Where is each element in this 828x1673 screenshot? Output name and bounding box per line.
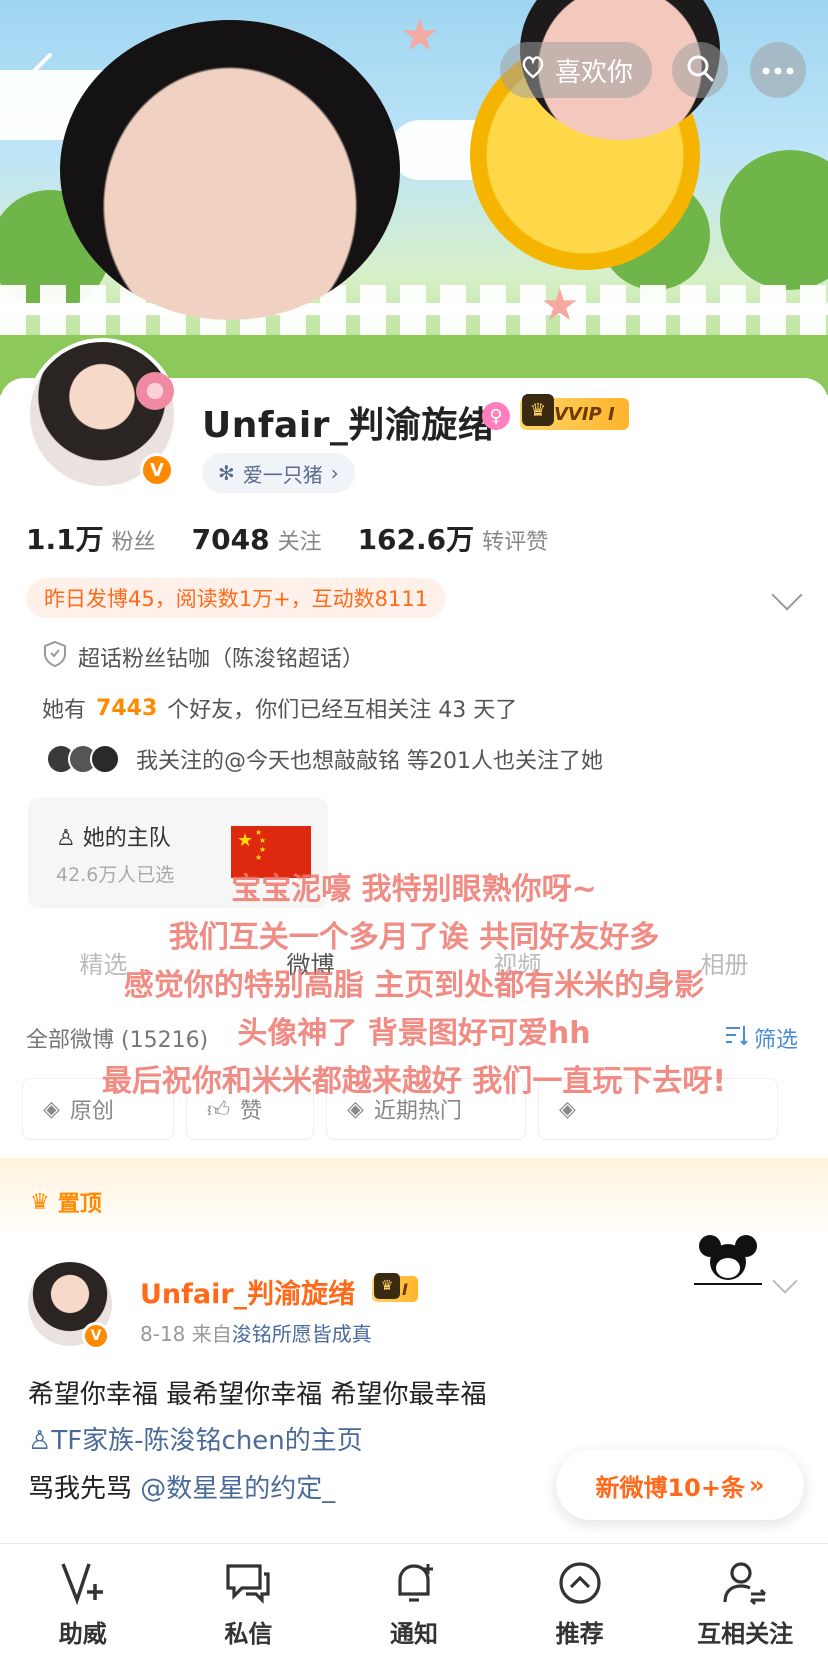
snowflake-icon: ✻ [218,461,235,485]
supertopic-line[interactable]: 超话粉丝钻咖（陈浚铭超话） [42,640,364,674]
overlay-line: 感觉你的特别高脂 主页到处都有米米的身影 [123,968,705,1003]
nav-recommend[interactable]: 推荐 [497,1544,663,1673]
search-button[interactable] [672,42,728,98]
verified-badge: V [140,453,174,487]
nav-notify[interactable]: 通知 [331,1544,497,1673]
new-posts-label: 新微博10+条 [595,1473,745,1502]
chevron-down-icon[interactable] [772,1268,798,1294]
tag-label: 爱一只猪 [242,462,323,487]
pinned-label: 置顶 [57,1192,102,1217]
tree-shape [720,150,828,290]
profile-stats: 1.1万 粉丝 7048 关注 162.6万 转评赞 [26,518,548,558]
following-label: 关注 [277,530,322,555]
post-link[interactable]: ♙TF家族-陈浚铭chen的主页 [28,1420,363,1457]
team-title: ♙ 她的主队 [56,820,171,852]
overlay-message: 宝宝泥嚎 我特别眼熟你呀~ 我们互关一个多月了诶 共同好友好多 感觉你的特别高脂… [0,866,828,1106]
person-icon: ♙ [28,1426,52,1456]
pinned-label-wrap: ♛ 置顶 [30,1186,102,1218]
chevron-right-icon: › [330,461,339,485]
mutual-follow-icon [723,1562,767,1606]
like-button[interactable]: 喜欢你 [500,42,652,98]
post-meta: 8-18 来自浚铭所愿皆成真 [140,1318,372,1347]
post-source-prefix: 来自 [191,1322,232,1346]
back-icon[interactable] [18,46,68,96]
flower-accessory [136,372,174,410]
mutual-avatars [46,744,120,774]
star-icon: ★ [400,10,440,61]
post-text-line: 希望你幸福 最希望你幸福 希望你最幸福 [28,1380,487,1410]
following-count: 7048 [191,523,270,556]
nav-cheer[interactable]: 助威 [0,1544,166,1673]
star-icon: ★ [540,280,580,331]
post-text-prefix: 骂我先骂 [28,1474,133,1504]
double-chevron-down-icon: » [749,1471,765,1499]
followers-label: 粉丝 [111,530,156,555]
pinned-header [0,1158,828,1238]
overlay-line: 头像神了 背景图好可爱hh [237,1016,591,1051]
followers-count: 1.1万 [26,523,104,556]
mickey-sticker-icon [694,1235,762,1285]
shield-icon [42,640,68,674]
heart-hand-icon [519,53,547,88]
like-label: 喜欢你 [554,57,633,88]
person-icon: ♙ [56,826,76,851]
post-author-name[interactable]: Unfair_判渝旋绪 [140,1272,355,1311]
profile-name: Unfair_判渝旋绪 [202,405,495,446]
interactions-stat[interactable]: 162.6万 转评赞 [358,518,549,558]
overlay-line: 宝宝泥嚎 我特别眼熟你呀~ [231,872,597,907]
team-title-label: 她的主队 [82,826,171,851]
mutual-follow-line[interactable]: 我关注的@今天也想敲敲铭 等201人也关注了她 [46,743,603,775]
message-icon [226,1564,270,1604]
post-date: 8-18 [140,1322,186,1346]
nav-message[interactable]: 私信 [166,1544,332,1673]
mutual-follow-label: 我关注的@今天也想敲敲铭 等201人也关注了她 [136,749,603,774]
vvip-label: VVIP I [554,403,615,425]
more-icon [761,61,795,80]
followers-stat[interactable]: 1.1万 粉丝 [26,518,156,558]
nav-label: 互相关注 [697,1620,794,1648]
supertopic-label: 超话粉丝钻咖（陈浚铭超话） [78,647,365,672]
friends-count: 7443 [96,695,158,721]
post-link-label: TF家族-陈浚铭chen的主页 [51,1426,363,1456]
post-mention[interactable]: @数星星的约定_ [140,1474,335,1504]
nav-label: 通知 [389,1620,438,1648]
post-vip-label: I [402,1279,408,1299]
profile-tag[interactable]: ✻ 爱一只猪 › [202,453,355,493]
nav-label: 私信 [224,1620,273,1648]
bell-icon [398,1564,433,1602]
nav-label: 推荐 [555,1620,604,1648]
overlay-line: 最后祝你和米米都越来越好 我们一直玩下去呀! [101,1064,727,1099]
bottom-nav: 助威 私信 通知 推荐 互相关注 [0,1543,828,1673]
recommend-icon [558,1562,601,1604]
interactions-label: 转评赞 [482,530,549,555]
friends-prefix: 她有 [42,698,87,723]
new-posts-button[interactable]: 新微博10+条 » [556,1450,804,1520]
crown-icon: ♛ [30,1189,50,1215]
nav-label: 助威 [58,1620,107,1648]
following-stat[interactable]: 7048 关注 [192,523,322,556]
interactions-count: 162.6万 [357,523,475,556]
overlay-line: 我们互关一个多月了诶 共同好友好多 [168,920,660,955]
search-icon [685,53,715,87]
sticker-face-left [60,20,400,320]
nav-mutual[interactable]: 互相关注 [662,1544,828,1673]
friends-line[interactable]: 她有 7443 个好友，你们已经互相关注 43 天了 [42,692,517,724]
crown-icon: ♛ [374,1273,400,1299]
post-vip-badge: ♛ I [372,1273,418,1302]
avatar [90,744,120,774]
verified-badge: V [82,1322,110,1350]
cheer-icon [61,1563,103,1606]
vvip-badge[interactable]: ♛ VVIP I [520,394,629,430]
more-button[interactable] [750,42,806,98]
crown-icon: ♛ [522,394,554,426]
post-source[interactable]: 浚铭所愿皆成真 [232,1322,372,1346]
friends-suffix: 个好友，你们已经互相关注 43 天了 [167,698,518,723]
female-icon: ♀ [482,402,510,430]
activity-summary[interactable]: 昨日发博45，阅读数1万+，互动数8111 [26,578,447,618]
post-text-line: 骂我先骂 @数星星的约定_ [28,1468,335,1505]
